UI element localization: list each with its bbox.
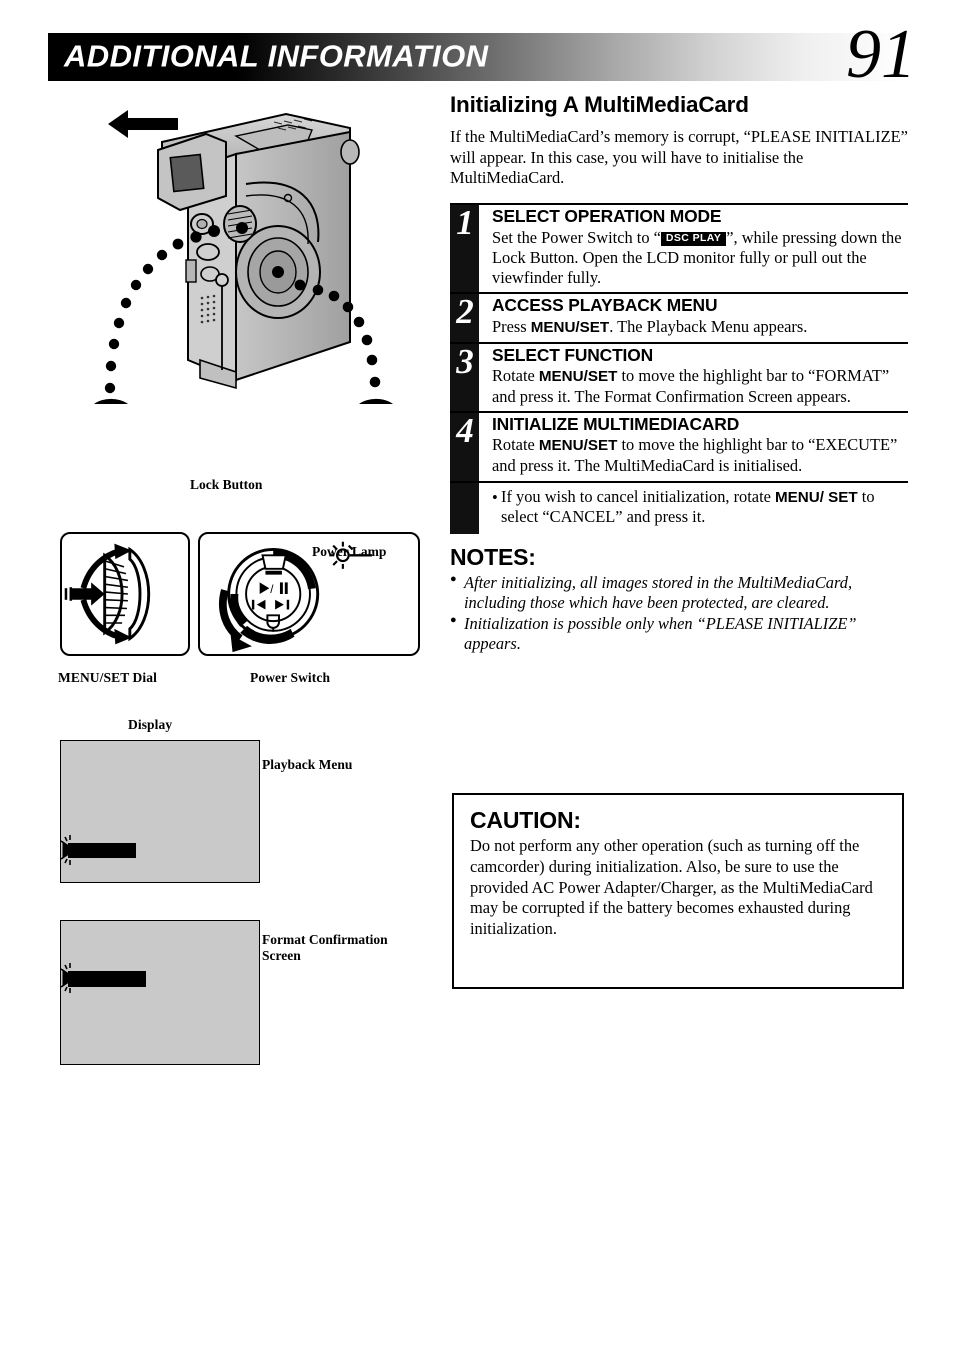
cancel-note-text: If you wish to cancel initialization, ro… bbox=[492, 487, 908, 528]
step-body: Set the Power Switch to “DSC PLAY”, whil… bbox=[492, 228, 908, 289]
step-body: Rotate MENU/SET to move the highlight ba… bbox=[492, 366, 908, 407]
step-number: 4 bbox=[456, 411, 474, 450]
playback-menu-label: Playback Menu bbox=[262, 757, 353, 772]
step-item: 2 ACCESS PLAYBACK MENU Press MENU/SET. T… bbox=[450, 292, 908, 341]
section-title: Initializing A MultiMediaCard bbox=[450, 92, 749, 117]
menuset-emphasis: MENU/SET bbox=[538, 367, 618, 385]
step-body-part: . The Playback Menu appears. bbox=[609, 316, 808, 336]
step-number: 2 bbox=[456, 292, 474, 332]
step-heading: SELECT FUNCTION bbox=[492, 344, 654, 365]
step-body: Rotate MENU/SET to move the highlight ba… bbox=[492, 435, 908, 476]
power-lamp-label: Power Lamp bbox=[312, 544, 387, 559]
steps-list: 1 SELECT OPERATION MODE Set the Power Sw… bbox=[450, 203, 908, 534]
power-switch-figure: / bbox=[198, 532, 420, 656]
step-item: 1 SELECT OPERATION MODE Set the Power Sw… bbox=[450, 203, 908, 292]
notes-title: NOTES: bbox=[450, 543, 536, 570]
playback-menu-screen bbox=[60, 740, 260, 883]
step-item: 4 INITIALIZE MULTIMEDIACARD Rotate MENU/… bbox=[450, 411, 908, 481]
step-body-part: Set the Power Switch to “ bbox=[492, 227, 661, 247]
step-body-part: Rotate bbox=[492, 365, 539, 385]
display-caption: Display bbox=[128, 717, 173, 732]
page-number: 91 bbox=[846, 16, 916, 93]
menuset-emphasis: MENU/SET bbox=[538, 437, 618, 455]
format-confirmation-screen-label: Format Confirmation Screen bbox=[262, 932, 388, 964]
step-item: 3 SELECT FUNCTION Rotate MENU/SET to mov… bbox=[450, 341, 908, 412]
menuset-dial-figure bbox=[60, 532, 190, 656]
menuset-emphasis: MENU/SET bbox=[530, 318, 610, 336]
page-header-band: ADDITIONAL INFORMATION bbox=[48, 33, 906, 81]
caution-box: CAUTION: Do not perform any other operat… bbox=[452, 793, 904, 989]
viewfinder-pull-arrow bbox=[108, 110, 178, 138]
step-body: Press MENU/SET. The Playback Menu appear… bbox=[492, 317, 908, 338]
step-cancel-note: • If you wish to cancel initialization, … bbox=[450, 480, 908, 534]
step-body-part: Rotate bbox=[492, 435, 539, 455]
power-switch-caption: Power Switch bbox=[250, 670, 331, 685]
dsc-play-badge: DSC PLAY bbox=[660, 231, 727, 246]
lock-button-label: Lock Button bbox=[190, 477, 263, 492]
camcorder-illustration bbox=[94, 110, 393, 404]
step-heading: INITIALIZE MULTIMEDIACARD bbox=[492, 414, 740, 434]
bullet-icon: • bbox=[492, 487, 498, 507]
note-item: After initializing, all images stored in… bbox=[450, 573, 908, 613]
caution-text: Do not perform any other operation (such… bbox=[470, 836, 873, 938]
note-item: Initialization is possible only when “PL… bbox=[450, 614, 908, 654]
notes-block: NOTES: After initializing, all images st… bbox=[450, 544, 908, 655]
menuset-dial-caption: MENU/SET Dial bbox=[58, 670, 157, 685]
page-header-title: ADDITIONAL INFORMATION bbox=[64, 38, 489, 74]
step-number: 1 bbox=[456, 203, 474, 243]
step-heading: ACCESS PLAYBACK MENU bbox=[492, 295, 718, 316]
step-number: 3 bbox=[456, 341, 474, 381]
note-part: If you wish to cancel initialization, ro… bbox=[501, 486, 775, 506]
menuset-emphasis: MENU/ SET bbox=[775, 488, 858, 506]
step-body-part: Press bbox=[492, 316, 531, 336]
section-intro: If the MultiMediaCard’s memory is corrup… bbox=[450, 127, 908, 188]
illustration-column: Lock Button MENU/SET Dial / Power Switch… bbox=[50, 92, 440, 1065]
step-heading: SELECT OPERATION MODE bbox=[492, 206, 722, 227]
content-column: Initializing A MultiMediaCard If the Mul… bbox=[450, 92, 908, 655]
format-confirmation-screen bbox=[60, 920, 260, 1065]
caution-title: CAUTION: bbox=[470, 807, 581, 833]
